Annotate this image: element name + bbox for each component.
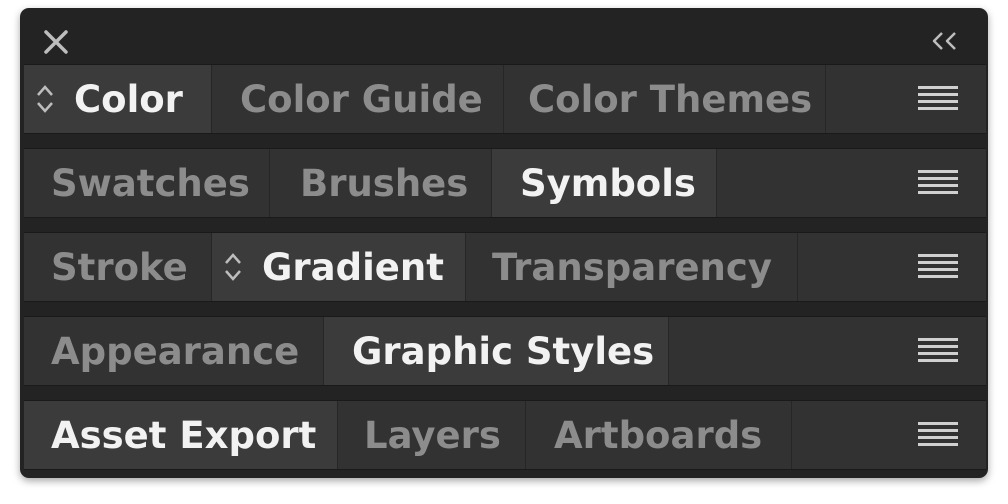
tab-brushes[interactable]: Brushes: [270, 149, 492, 217]
close-icon[interactable]: [42, 28, 70, 56]
tab-asset-export[interactable]: Asset Export: [24, 401, 338, 469]
tab-color-themes[interactable]: Color Themes: [504, 65, 826, 133]
tab-label: Transparency: [492, 245, 772, 289]
tab-graphic-styles[interactable]: Graphic Styles: [324, 317, 669, 385]
tab-label: Color Themes: [528, 77, 813, 121]
double-chevron-left-icon[interactable]: [930, 30, 960, 52]
tab-label: Artboards: [554, 413, 763, 457]
panel-row-color: Color Color Guide Color Themes: [24, 64, 986, 134]
panel-menu-icon[interactable]: [918, 336, 958, 364]
panel-row-swatches: Swatches Brushes Symbols: [24, 148, 986, 218]
tab-label: Symbols: [520, 161, 696, 205]
tab-color-guide[interactable]: Color Guide: [212, 65, 504, 133]
panel-menu-icon[interactable]: [918, 84, 958, 112]
up-down-arrows-icon[interactable]: [34, 82, 56, 116]
tab-swatches[interactable]: Swatches: [24, 149, 270, 217]
tab-label: Layers: [364, 413, 501, 457]
panel-titlebar[interactable]: [20, 8, 988, 64]
tab-label: Appearance: [51, 329, 300, 373]
tab-label: Gradient: [262, 245, 444, 289]
tab-label: Color: [74, 77, 183, 121]
tab-symbols[interactable]: Symbols: [492, 149, 717, 217]
tab-gradient[interactable]: Gradient: [212, 233, 466, 301]
panel-row-stroke: Stroke Gradient Transparency: [24, 232, 986, 302]
tab-transparency[interactable]: Transparency: [466, 233, 798, 301]
tab-layers[interactable]: Layers: [338, 401, 526, 469]
tab-color[interactable]: Color: [24, 65, 212, 133]
tab-stroke[interactable]: Stroke: [24, 233, 212, 301]
panel-group: Color Color Guide Color Themes Swatches …: [20, 8, 988, 478]
panel-menu-icon[interactable]: [918, 420, 958, 448]
tab-label: Graphic Styles: [352, 329, 655, 373]
panel-menu-icon[interactable]: [918, 168, 958, 196]
tab-label: Color Guide: [240, 77, 483, 121]
panel-row-appearance: Appearance Graphic Styles: [24, 316, 986, 386]
panel-row-asset-export: Asset Export Layers Artboards: [24, 400, 986, 470]
tab-label: Asset Export: [51, 413, 317, 457]
panel-menu-icon[interactable]: [918, 252, 958, 280]
up-down-arrows-icon[interactable]: [222, 250, 244, 284]
tab-label: Swatches: [51, 161, 250, 205]
tab-appearance[interactable]: Appearance: [24, 317, 324, 385]
tab-artboards[interactable]: Artboards: [526, 401, 792, 469]
tab-label: Stroke: [51, 245, 188, 289]
tab-label: Brushes: [300, 161, 469, 205]
